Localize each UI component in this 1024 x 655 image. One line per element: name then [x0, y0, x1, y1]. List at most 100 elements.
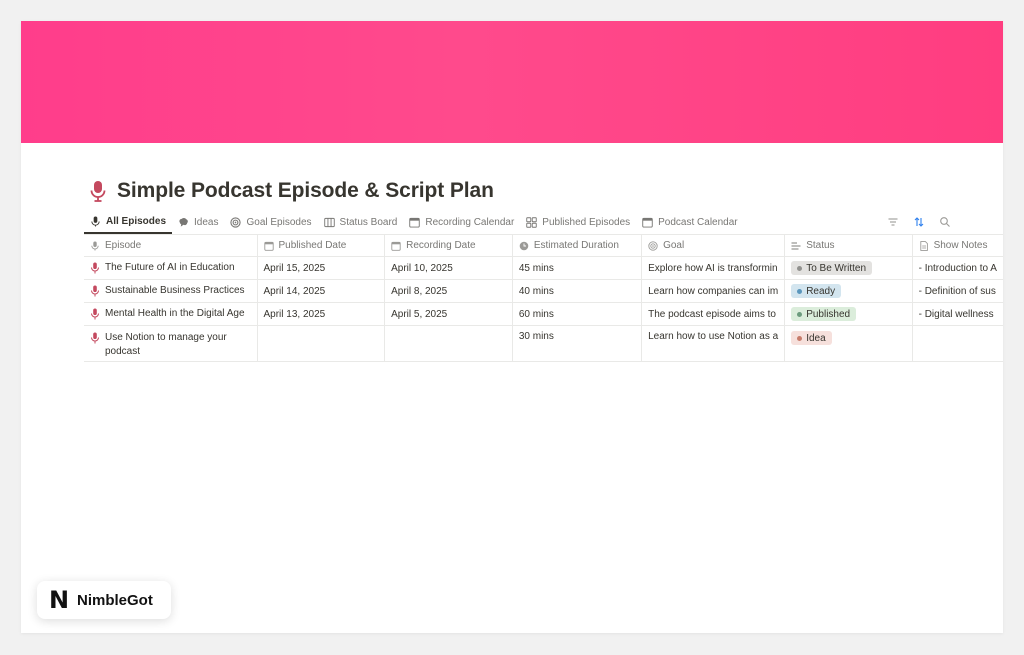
cell-published-date[interactable]: April 15, 2025	[257, 256, 386, 280]
cell-recording-date[interactable]: April 8, 2025	[384, 279, 513, 303]
brand-name: NimbleGot	[77, 591, 153, 609]
column-header-episode[interactable]: Episode	[84, 234, 258, 257]
table-row[interactable]: The Future of AI in Education April 15, …	[84, 256, 1003, 280]
cell-duration[interactable]: 60 mins	[512, 302, 643, 326]
tab-podcast-calendar[interactable]: Podcast Calendar	[636, 210, 744, 234]
status-dot	[797, 288, 803, 294]
microphone-icon	[90, 181, 106, 202]
cell-show-notes[interactable]: Digital wellness	[912, 302, 1003, 326]
cell-duration[interactable]: 30 mins	[512, 325, 643, 362]
tab-ideas[interactable]: Ideas	[172, 210, 224, 234]
microphone-icon	[91, 332, 99, 344]
calendar-icon	[263, 241, 274, 251]
calendar-icon	[409, 217, 421, 228]
gallery-icon	[526, 216, 538, 228]
cell-published-date[interactable]: April 14, 2025	[257, 279, 386, 303]
cell-published-date[interactable]	[257, 325, 386, 362]
episode-title: Sustainable Business Practices	[105, 285, 245, 296]
cell-show-notes[interactable]: Definition of sus	[912, 279, 1003, 303]
show-notes-text: Definition of sus	[919, 286, 996, 297]
status-icon	[791, 241, 801, 250]
tab-label: Podcast Calendar	[658, 216, 738, 228]
status-badge: To Be Written	[791, 261, 873, 275]
cell-goal[interactable]: Explore how AI is transformin	[641, 256, 786, 280]
show-notes-text: Digital wellness	[919, 309, 994, 320]
cell-duration[interactable]: 45 mins	[512, 256, 643, 280]
cell-status[interactable]: Published	[784, 302, 913, 326]
status-label: Ready	[806, 285, 836, 297]
cell-goal[interactable]: Learn how to use Notion as a	[641, 325, 786, 362]
table-row[interactable]: Mental Health in the Digital Age April 1…	[84, 302, 1003, 326]
microphone-icon	[91, 285, 99, 297]
microphone-icon	[91, 215, 100, 227]
column-label: Published Date	[278, 240, 347, 251]
episode-title: Use Notion to manage your podcast	[105, 332, 227, 357]
document-icon	[919, 240, 928, 251]
episode-title: Mental Health in the Digital Age	[105, 308, 245, 319]
column-header-recording-date[interactable]: Recording Date	[384, 234, 513, 257]
filter-icon[interactable]	[887, 216, 899, 228]
column-header-estimated-duration[interactable]: Estimated Duration	[512, 234, 643, 257]
cell-recording-date[interactable]	[384, 325, 513, 362]
cell-episode[interactable]: The Future of AI in Education	[84, 256, 258, 280]
cell-recording-date[interactable]: April 10, 2025	[384, 256, 513, 280]
cell-recording-date[interactable]: April 5, 2025	[384, 302, 513, 326]
status-badge: Published	[791, 307, 857, 321]
tab-label: All Episodes	[106, 215, 167, 227]
cell-status[interactable]: To Be Written	[784, 256, 913, 280]
cell-duration[interactable]: 40 mins	[512, 279, 643, 303]
tab-recording-calendar[interactable]: Recording Calendar	[403, 210, 520, 234]
notion-page: Simple Podcast Episode & Script Plan All…	[21, 21, 1003, 633]
column-header-show-notes[interactable]: Show Notes	[912, 234, 1003, 257]
table-row[interactable]: Use Notion to manage your podcast 30 min…	[84, 325, 1003, 362]
page-cover[interactable]	[21, 21, 1003, 143]
cell-episode[interactable]: Sustainable Business Practices	[84, 279, 258, 303]
nimblegot-watermark: N NimbleGot	[37, 581, 171, 619]
tab-label: Status Board	[339, 216, 398, 228]
cell-goal[interactable]: The podcast episode aims to	[641, 302, 786, 326]
tab-goal-episodes[interactable]: Goal Episodes	[224, 210, 317, 234]
status-label: Published	[806, 308, 851, 320]
clock-icon	[519, 241, 529, 250]
cell-published-date[interactable]: April 13, 2025	[257, 302, 386, 326]
table-header-row: Episode Published Date Recording Date Es…	[84, 234, 1003, 257]
cell-goal[interactable]: Learn how companies can im	[641, 279, 786, 303]
tab-label: Recording Calendar	[425, 216, 515, 228]
view-toolbar	[887, 216, 1003, 228]
status-label: Idea	[806, 332, 826, 344]
column-label: Show Notes	[933, 240, 988, 251]
column-label: Episode	[105, 240, 142, 251]
sort-icon[interactable]	[913, 216, 925, 228]
status-dot	[797, 335, 803, 341]
cell-show-notes[interactable]: Introduction to A	[912, 256, 1003, 280]
page-header: Simple Podcast Episode & Script Plan	[89, 175, 494, 207]
column-header-published-date[interactable]: Published Date	[257, 234, 386, 257]
page-title: Simple Podcast Episode & Script Plan	[117, 179, 494, 202]
table-row[interactable]: Sustainable Business Practices April 14,…	[84, 279, 1003, 303]
status-label: To Be Written	[806, 262, 867, 274]
calendar-icon	[391, 241, 401, 251]
tab-label: Goal Episodes	[246, 216, 312, 228]
episode-title: The Future of AI in Education	[105, 262, 235, 273]
column-header-goal[interactable]: Goal	[641, 234, 786, 257]
cell-show-notes[interactable]	[912, 325, 1003, 362]
microphone-icon	[91, 308, 99, 320]
cell-status[interactable]: Idea	[784, 325, 913, 362]
column-header-status[interactable]: Status	[784, 234, 913, 257]
search-icon[interactable]	[939, 216, 951, 228]
tab-published-episodes[interactable]: Published Episodes	[520, 210, 636, 234]
tab-label: Published Episodes	[542, 216, 631, 228]
view-tabs: All Episodes Ideas Goal Episodes Status …	[84, 210, 1003, 234]
column-label: Estimated Duration	[533, 240, 619, 251]
cell-episode[interactable]: Use Notion to manage your podcast	[84, 325, 258, 362]
target-icon	[230, 216, 242, 228]
cell-status[interactable]: Ready	[784, 279, 913, 303]
cell-episode[interactable]: Mental Health in the Digital Age	[84, 302, 258, 326]
status-badge: Ready	[791, 284, 842, 298]
status-badge: Idea	[791, 331, 832, 345]
column-label: Recording Date	[406, 240, 476, 251]
tab-label: Ideas	[194, 216, 219, 228]
column-label: Goal	[663, 240, 685, 251]
tab-all-episodes[interactable]: All Episodes	[84, 210, 173, 234]
tab-status-board[interactable]: Status Board	[318, 210, 404, 234]
